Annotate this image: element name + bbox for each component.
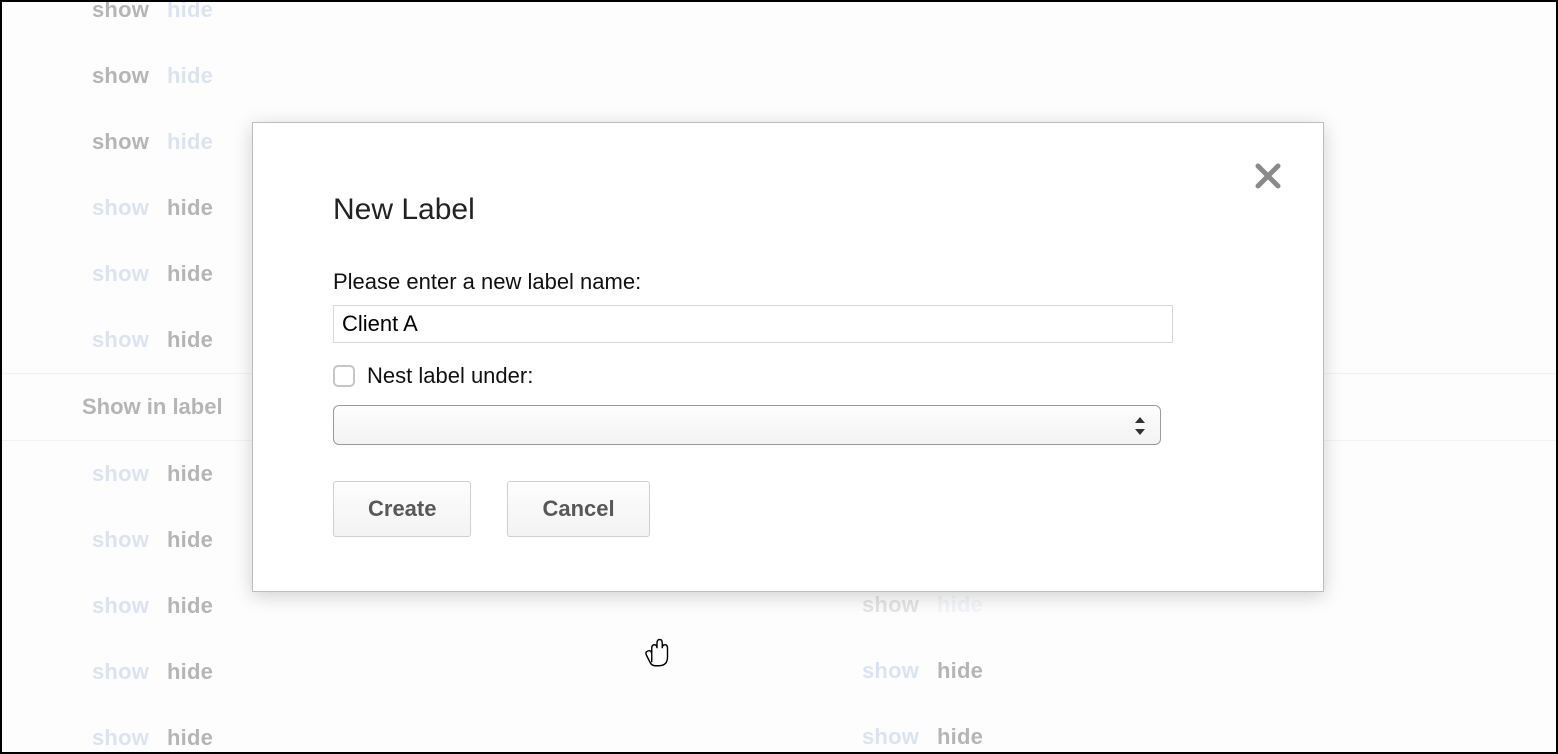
label-name-input[interactable]	[333, 305, 1173, 343]
create-button[interactable]: Create	[333, 481, 471, 537]
parent-label-select[interactable]	[333, 405, 1161, 445]
dialog-title: New Label	[333, 193, 1243, 227]
chevron-up-down-icon	[1132, 412, 1148, 440]
close-icon[interactable]	[1253, 161, 1283, 191]
label-name-prompt: Please enter a new label name:	[333, 269, 1243, 295]
nest-label-text: Nest label under:	[367, 363, 533, 389]
cancel-button[interactable]: Cancel	[507, 481, 649, 537]
nest-label-checkbox[interactable]	[333, 365, 355, 387]
new-label-dialog: New Label Please enter a new label name:…	[252, 122, 1324, 592]
